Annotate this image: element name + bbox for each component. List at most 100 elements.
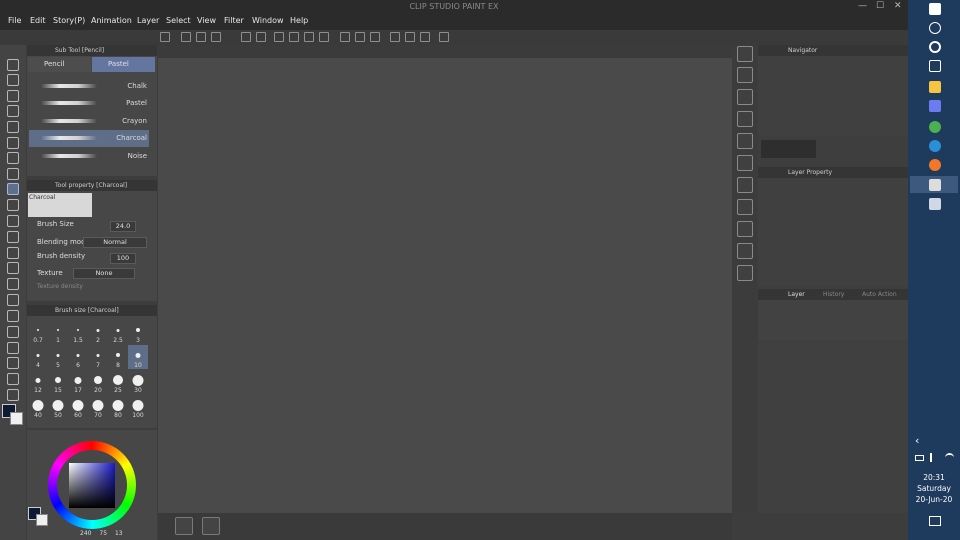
- gradient-tool-icon[interactable]: [7, 294, 19, 306]
- redo-icon[interactable]: [256, 32, 266, 42]
- saturation-value-square[interactable]: [69, 463, 115, 508]
- pattern-material-icon[interactable]: [737, 199, 753, 215]
- sub-color-swatch[interactable]: [10, 412, 23, 425]
- correct-line-tool-icon[interactable]: [7, 389, 19, 401]
- blend-tool-icon[interactable]: [7, 262, 19, 274]
- decoration-tool-icon[interactable]: [7, 215, 19, 227]
- brush-size-option[interactable]: 25: [108, 370, 128, 394]
- brush-size-option[interactable]: 80: [108, 395, 128, 419]
- material-close-icon[interactable]: [737, 111, 753, 127]
- hand-tool-icon[interactable]: [7, 74, 19, 86]
- brush-size-option[interactable]: 70: [88, 395, 108, 419]
- brush-size-value[interactable]: 24.0: [110, 221, 136, 232]
- transform-icon[interactable]: [340, 32, 350, 42]
- material-folder-icon[interactable]: [737, 89, 753, 105]
- menu-view[interactable]: View: [197, 16, 216, 25]
- pencil-tool-icon[interactable]: [7, 183, 19, 195]
- brush-size-option[interactable]: 10: [128, 345, 148, 369]
- menu-story[interactable]: Story(P): [53, 16, 85, 25]
- brush-density-value[interactable]: 100: [110, 253, 136, 264]
- brush-noise[interactable]: Noise: [29, 148, 149, 165]
- search-taskbar-icon[interactable]: [929, 22, 941, 34]
- cut-icon[interactable]: [289, 32, 299, 42]
- file-explorer-icon[interactable]: [929, 81, 941, 93]
- lasso-tool-icon[interactable]: [7, 121, 19, 133]
- brush-size-option[interactable]: 20: [88, 370, 108, 394]
- snap-grid-icon[interactable]: [420, 32, 430, 42]
- maximize-button[interactable]: ☐: [876, 1, 884, 11]
- brush-size-option[interactable]: 30: [128, 370, 148, 394]
- eyedropper-tool-icon[interactable]: [7, 90, 19, 102]
- fill-tool-icon[interactable]: [7, 278, 19, 290]
- edge-icon[interactable]: [929, 140, 941, 152]
- clear-icon[interactable]: [274, 32, 284, 42]
- menu-window[interactable]: Window: [252, 16, 284, 25]
- tab-layer[interactable]: Layer: [788, 291, 805, 298]
- brush-size-option[interactable]: 50: [48, 395, 68, 419]
- effect-material-icon[interactable]: [737, 221, 753, 237]
- cortana-icon[interactable]: [929, 41, 941, 53]
- balloon-tool-icon[interactable]: [7, 373, 19, 385]
- camera-material-icon[interactable]: [737, 243, 753, 259]
- new-file-icon[interactable]: [181, 32, 191, 42]
- zoom-tool-icon[interactable]: [7, 59, 19, 71]
- menu-animation[interactable]: Animation: [91, 16, 132, 25]
- show-hidden-icons-chevron[interactable]: ‹: [915, 434, 919, 447]
- brush-size-option[interactable]: 0.7: [28, 320, 48, 344]
- sparkle-tool-icon[interactable]: [7, 231, 19, 243]
- brush-size-option[interactable]: 5: [48, 345, 68, 369]
- volume-icon[interactable]: [930, 453, 939, 462]
- figure-tool-icon[interactable]: [7, 310, 19, 322]
- firefox-icon[interactable]: [929, 159, 941, 171]
- notifications-icon[interactable]: [929, 516, 941, 526]
- brush-crayon[interactable]: Crayon: [29, 113, 149, 130]
- tab-pastel[interactable]: Pastel: [92, 57, 155, 72]
- close-button[interactable]: ✕: [894, 1, 902, 11]
- brush-size-option[interactable]: 8: [108, 345, 128, 369]
- brush-size-option[interactable]: 12: [28, 370, 48, 394]
- canvas-area[interactable]: [158, 45, 732, 513]
- tab-history[interactable]: History: [823, 291, 844, 298]
- brush-size-option[interactable]: 6: [68, 345, 88, 369]
- menu-edit[interactable]: Edit: [30, 16, 46, 25]
- brush-size-option[interactable]: 40: [28, 395, 48, 419]
- copy-icon[interactable]: [304, 32, 314, 42]
- clock-time[interactable]: 20:31: [908, 473, 960, 482]
- brush-chalk[interactable]: Chalk: [29, 78, 149, 95]
- menu-help[interactable]: Help: [290, 16, 308, 25]
- texture-select[interactable]: None: [73, 268, 135, 279]
- brush-size-option[interactable]: 15: [48, 370, 68, 394]
- clip-studio-icon[interactable]: [160, 32, 170, 42]
- chrome-icon[interactable]: [929, 121, 941, 133]
- search-icon[interactable]: [737, 46, 753, 62]
- invert-selection-icon[interactable]: [370, 32, 380, 42]
- brush-size-option[interactable]: 4: [28, 345, 48, 369]
- app-taskbar-icon[interactable]: [929, 198, 941, 210]
- brush-charcoal[interactable]: Charcoal: [29, 130, 149, 147]
- download-material-icon[interactable]: [737, 133, 753, 149]
- undo-icon[interactable]: [241, 32, 251, 42]
- menu-filter[interactable]: Filter: [224, 16, 244, 25]
- brush-size-option[interactable]: 1.5: [68, 320, 88, 344]
- magic-wand-tool-icon[interactable]: [7, 137, 19, 149]
- brush-size-option[interactable]: 2: [88, 320, 108, 344]
- move-tool-icon[interactable]: [7, 105, 19, 117]
- task-view-icon[interactable]: [929, 60, 941, 72]
- save-icon[interactable]: [211, 32, 221, 42]
- snap-icon[interactable]: [405, 32, 415, 42]
- wifi-icon[interactable]: [945, 453, 954, 462]
- pen-tool-icon[interactable]: [7, 152, 19, 164]
- brush-pastel[interactable]: Pastel: [29, 95, 149, 112]
- menu-select[interactable]: Select: [166, 16, 191, 25]
- brush-tool-icon[interactable]: [7, 168, 19, 180]
- airbrush-tool-icon[interactable]: [7, 199, 19, 211]
- paste-icon[interactable]: [319, 32, 329, 42]
- ruler-icon[interactable]: [390, 32, 400, 42]
- brush-size-option[interactable]: 7: [88, 345, 108, 369]
- menu-layer[interactable]: Layer: [137, 16, 159, 25]
- tab-pencil[interactable]: Pencil: [28, 57, 91, 72]
- brush-size-option[interactable]: 60: [68, 395, 88, 419]
- brush-size-option[interactable]: 100: [128, 395, 148, 419]
- help-icon[interactable]: [439, 32, 449, 42]
- material-icon[interactable]: [737, 67, 753, 83]
